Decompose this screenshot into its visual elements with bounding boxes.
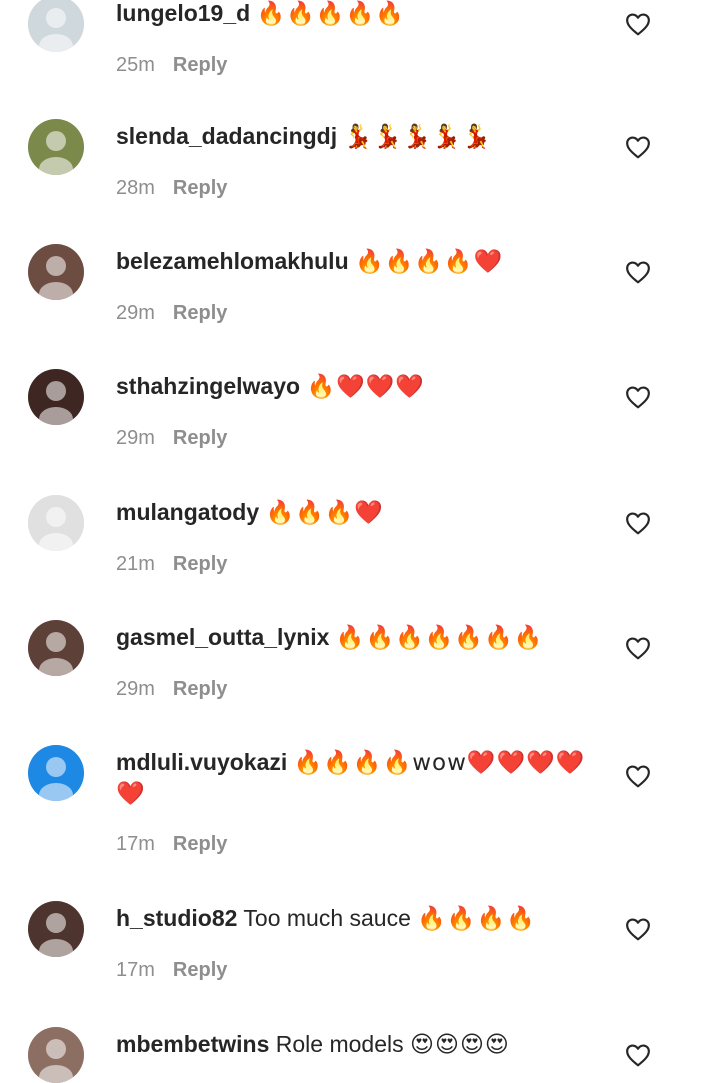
comment-timestamp: 21m bbox=[116, 553, 155, 575]
reply-button[interactable]: Reply bbox=[173, 553, 227, 575]
comment-text: lungelo19_d 🔥🔥🔥🔥🔥 bbox=[116, 0, 586, 29]
comment-timestamp: 29m bbox=[116, 302, 155, 324]
comment-meta: 17m Reply bbox=[116, 959, 227, 982]
like-heart-icon[interactable] bbox=[625, 636, 651, 660]
reply-button[interactable]: Reply bbox=[173, 54, 227, 76]
username[interactable]: mbembetwins bbox=[116, 1031, 269, 1057]
comment-timestamp: 29m bbox=[116, 678, 155, 700]
comment-emoji: 🔥🔥🔥❤️ bbox=[265, 500, 385, 526]
comment-text: belezamehlomakhulu 🔥🔥🔥🔥❤️ bbox=[116, 246, 586, 277]
reply-button[interactable]: Reply bbox=[173, 302, 227, 324]
username[interactable]: sthahzingelwayo bbox=[116, 373, 300, 399]
comment-meta: 21m Reply bbox=[116, 553, 227, 576]
comment-emoji: 😍😍😍😍 bbox=[410, 1032, 510, 1058]
avatar[interactable] bbox=[28, 495, 84, 551]
avatar[interactable] bbox=[28, 901, 84, 957]
avatar[interactable] bbox=[28, 1027, 84, 1083]
username[interactable]: h_studio82 bbox=[116, 905, 237, 931]
like-heart-icon[interactable] bbox=[625, 260, 651, 284]
comment-emoji: 🔥🔥🔥🔥❤️ bbox=[355, 249, 504, 275]
avatar[interactable] bbox=[28, 369, 84, 425]
comment-text: sthahzingelwayo 🔥❤️❤️❤️ bbox=[116, 371, 586, 402]
comment-text: gasmel_outta_lynix 🔥🔥🔥🔥🔥🔥🔥 bbox=[116, 622, 586, 653]
comment-text: h_studio82 Too much sauce 🔥🔥🔥🔥 bbox=[116, 903, 586, 934]
comment-text: mbembetwins Role models 😍😍😍😍 bbox=[116, 1029, 586, 1060]
comment-timestamp: 17m bbox=[116, 959, 155, 981]
avatar[interactable] bbox=[28, 244, 84, 300]
comment-meta: 28m Reply bbox=[116, 177, 227, 200]
comment-meta: 29m Reply bbox=[116, 427, 227, 450]
comment-meta: 17m Reply bbox=[116, 833, 227, 856]
like-heart-icon[interactable] bbox=[625, 1043, 651, 1067]
comment-text: mdluli.vuyokazi 🔥🔥🔥🔥wow❤️❤️❤️❤️❤️ bbox=[116, 747, 586, 809]
comment-meta: 25m Reply bbox=[116, 54, 227, 77]
comment-timestamp: 29m bbox=[116, 427, 155, 449]
comment-text: mulangatody 🔥🔥🔥❤️ bbox=[116, 497, 586, 528]
comment-emoji: 🔥🔥🔥🔥🔥🔥🔥 bbox=[335, 625, 544, 651]
comment-text: slenda_dadancingdj 💃💃💃💃💃 bbox=[116, 121, 586, 152]
reply-button[interactable]: Reply bbox=[173, 959, 227, 981]
like-heart-icon[interactable] bbox=[625, 917, 651, 941]
comment-timestamp: 17m bbox=[116, 833, 155, 855]
like-heart-icon[interactable] bbox=[625, 511, 651, 535]
comment-meta: 29m Reply bbox=[116, 302, 227, 325]
reply-button[interactable]: Reply bbox=[173, 427, 227, 449]
reply-button[interactable]: Reply bbox=[173, 678, 227, 700]
comment-emoji: 🔥🔥🔥🔥 bbox=[417, 906, 536, 932]
comment-timestamp: 25m bbox=[116, 54, 155, 76]
comment-meta: 29m Reply bbox=[116, 678, 227, 701]
comment-body: Role models bbox=[275, 1031, 404, 1057]
comment-timestamp: 28m bbox=[116, 177, 155, 199]
like-heart-icon[interactable] bbox=[625, 135, 651, 159]
like-heart-icon[interactable] bbox=[625, 12, 651, 36]
username[interactable]: mulangatody bbox=[116, 499, 259, 525]
comment-emoji: 💃💃💃💃💃 bbox=[343, 124, 492, 150]
like-heart-icon[interactable] bbox=[625, 385, 651, 409]
username[interactable]: lungelo19_d bbox=[116, 0, 250, 26]
comment-emoji: 🔥❤️❤️❤️ bbox=[306, 374, 425, 400]
avatar[interactable] bbox=[28, 119, 84, 175]
comment-body: Too much sauce bbox=[243, 905, 411, 931]
reply-button[interactable]: Reply bbox=[173, 833, 227, 855]
avatar[interactable] bbox=[28, 745, 84, 801]
comment-emoji: 🔥🔥🔥🔥🔥 bbox=[256, 1, 405, 27]
username[interactable]: belezamehlomakhulu bbox=[116, 248, 349, 274]
username[interactable]: slenda_dadancingdj bbox=[116, 123, 337, 149]
reply-button[interactable]: Reply bbox=[173, 177, 227, 199]
like-heart-icon[interactable] bbox=[625, 764, 651, 788]
username[interactable]: mdluli.vuyokazi bbox=[116, 749, 287, 775]
username[interactable]: gasmel_outta_lynix bbox=[116, 624, 329, 650]
avatar[interactable] bbox=[28, 0, 84, 52]
avatar[interactable] bbox=[28, 620, 84, 676]
